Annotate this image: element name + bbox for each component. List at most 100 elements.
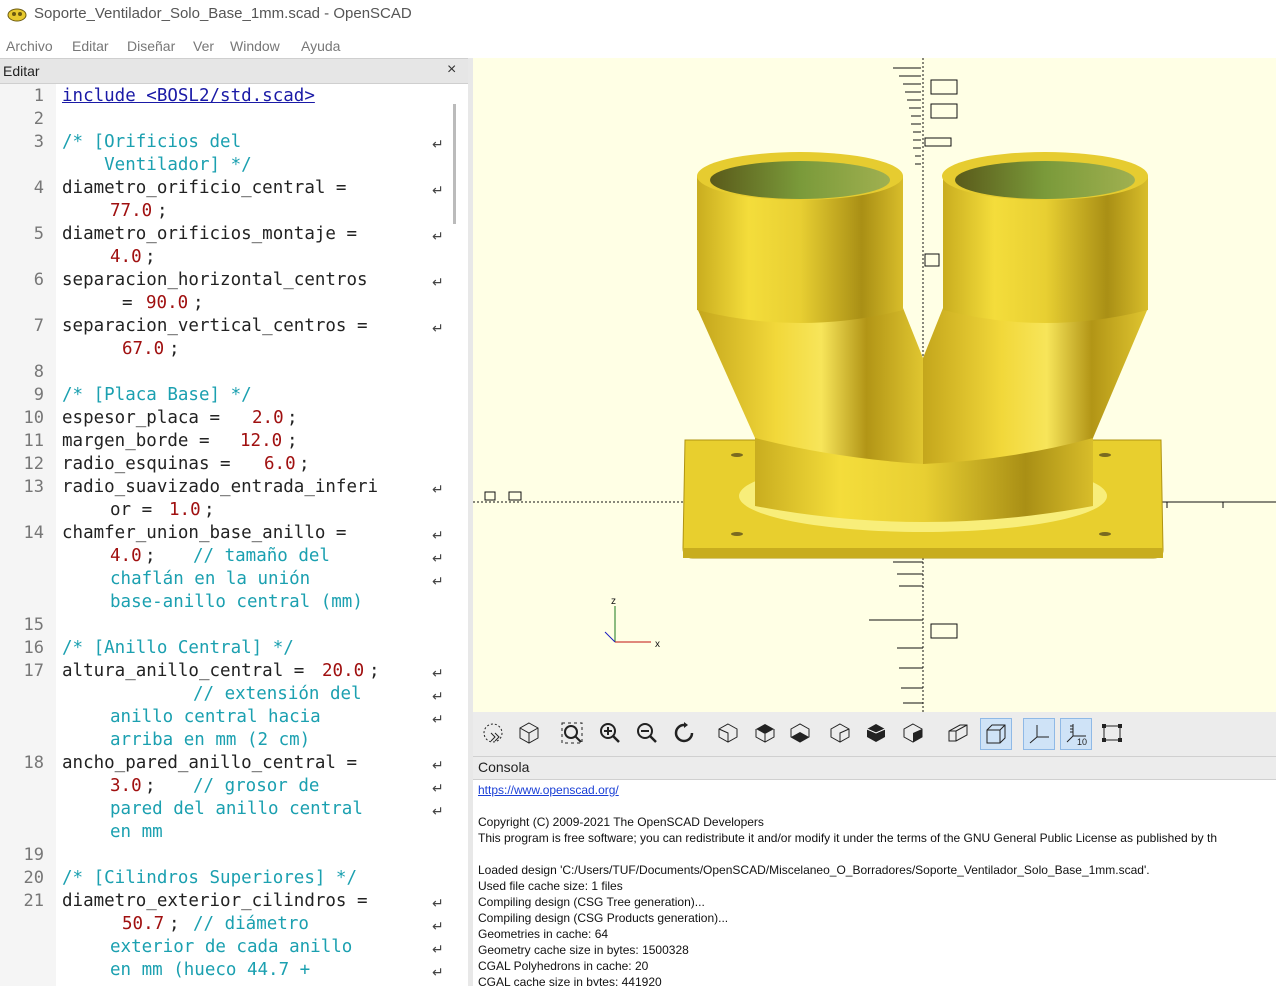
openscad-link[interactable]: https://www.openscad.org/ [478, 783, 619, 797]
console-output[interactable]: https://www.openscad.org/ Copyright (C) … [473, 780, 1276, 986]
wrap-icon: ↵ [432, 757, 444, 773]
line-number: 4 [33, 178, 44, 198]
view-top-button[interactable] [750, 718, 780, 748]
orthogonal-button[interactable] [980, 718, 1012, 750]
line-number: 18 [23, 753, 44, 773]
zoom-in-button[interactable] [595, 718, 625, 748]
show-axes-button[interactable] [1023, 718, 1055, 750]
preview-button[interactable] [478, 718, 508, 748]
line-number: 8 [33, 362, 44, 382]
view-front-button[interactable] [861, 718, 891, 748]
code-comment: base-anillo central (mm) [110, 592, 363, 612]
code-comment: // tamaño del [193, 546, 330, 566]
wrap-icon: ↵ [432, 228, 444, 244]
wrap-icon: ↵ [432, 895, 444, 911]
code-comment: chaflán en la unión [110, 569, 311, 589]
line-number: 6 [33, 270, 44, 290]
view-top-icon [755, 724, 775, 743]
view-bottom-icon [790, 723, 810, 743]
line-number: 21 [23, 891, 44, 911]
wrap-icon: ↵ [432, 274, 444, 290]
code-comment: // grosor de [193, 776, 320, 796]
view-bottom-button[interactable] [785, 718, 815, 748]
show-edges-icon [1102, 724, 1122, 742]
show-scale-button[interactable]: 10 [1060, 718, 1092, 750]
wrap-icon: ↵ [432, 573, 444, 589]
line-number: 5 [33, 224, 44, 244]
wrap-icon: ↵ [432, 550, 444, 566]
editor-scrollbar[interactable] [453, 104, 456, 224]
view-right-button[interactable] [713, 718, 743, 748]
code-number: 50.7 [122, 914, 165, 934]
menu-editar[interactable]: Editar [72, 38, 109, 54]
console-line: Geometries in cache: 64 [478, 927, 609, 941]
code-identifier: radio_esquinas = [62, 454, 242, 474]
wrap-icon: ↵ [432, 711, 444, 727]
code-number: 6.0 [264, 454, 296, 474]
console-line: CGAL Polyhedrons in cache: 20 [478, 959, 649, 973]
view-back-button[interactable] [898, 718, 928, 748]
window-title: Soporte_Ventilador_Solo_Base_1mm.scad - … [34, 5, 412, 22]
menu-ver[interactable]: Ver [193, 38, 214, 54]
wrap-icon: ↵ [432, 136, 444, 152]
code-comment: en mm [110, 822, 163, 842]
code-identifier: ancho_pared_anillo_central = [62, 753, 358, 773]
line-number: 19 [23, 845, 44, 865]
view-toolbar: 10 [473, 712, 1276, 757]
menu-ayuda[interactable]: Ayuda [301, 38, 340, 54]
code-comment: en mm (hueco 44.7 + [110, 960, 311, 980]
menu-window[interactable]: Window [230, 38, 280, 54]
console-line: Compiling design (CSG Products generatio… [478, 911, 729, 925]
console-line: CGAL cache size in bytes: 441920 [478, 975, 662, 986]
code-identifier: margen_borde = [62, 431, 221, 451]
menu-disenar[interactable]: Diseñar [127, 38, 175, 54]
line-number: 14 [23, 523, 44, 543]
code-number: 12.0 [240, 431, 283, 451]
code-editor[interactable]: 1 2 3 4 5 6 7 8 9 10 11 12 13 14 15 16 1… [0, 84, 468, 986]
code-identifier: separacion_vertical_centros = [62, 316, 368, 336]
render-icon [519, 722, 539, 744]
code-identifier: altura_anillo_central = [62, 661, 315, 681]
line-number: 12 [23, 454, 44, 474]
line-number: 20 [23, 868, 44, 888]
line-number: 13 [23, 477, 44, 497]
code-comment: arriba en mm (2 cm) [110, 730, 311, 750]
code-comment: // diámetro [193, 914, 309, 934]
editor-dock-header: Editar × [0, 58, 468, 84]
zoom-out-button[interactable] [632, 718, 662, 748]
console-line: Used file cache size: 1 files [478, 879, 623, 893]
code-comment: Ventilador] */ [62, 155, 252, 175]
line-number: 16 [23, 638, 44, 658]
wrap-icon: ↵ [432, 803, 444, 819]
show-edges-button[interactable] [1097, 718, 1127, 748]
show-axes-icon [1029, 725, 1049, 744]
code-identifier: or = [110, 500, 163, 520]
view-all-button[interactable] [557, 718, 587, 748]
reset-view-button[interactable] [669, 718, 699, 748]
code-comment: /* [Orificios del [62, 132, 242, 152]
wrap-icon: ↵ [432, 481, 444, 497]
code-identifier: radio_suavizado_entrada_inferi [62, 477, 379, 497]
wrap-icon: ↵ [432, 665, 444, 681]
wrap-icon: ↵ [432, 320, 444, 336]
view-left-button[interactable] [825, 718, 855, 748]
show-scale-icon: 10 [1066, 724, 1087, 746]
scale-label: 10 [1077, 737, 1087, 746]
perspective-button[interactable] [943, 718, 973, 748]
editor-title: Editar [3, 63, 40, 79]
console-title: Consola [478, 759, 530, 775]
wrap-icon: ↵ [432, 918, 444, 934]
code-comment: // extensión del [193, 684, 362, 704]
close-icon[interactable]: × [447, 61, 456, 79]
wrap-icon: ↵ [432, 688, 444, 704]
render-button[interactable] [514, 718, 544, 748]
line-number: 1 [33, 86, 44, 106]
line-number: 11 [23, 431, 44, 451]
3d-viewport[interactable]: z x [473, 58, 1276, 712]
console-line: This program is free software; you can r… [478, 831, 1218, 845]
menu-archivo[interactable]: Archivo [6, 38, 53, 54]
code-number: 90.0 [146, 293, 189, 313]
code-comment: /* [Cilindros Superiores] */ [62, 868, 358, 888]
line-number: 9 [33, 385, 44, 405]
view-right-icon [718, 723, 738, 743]
